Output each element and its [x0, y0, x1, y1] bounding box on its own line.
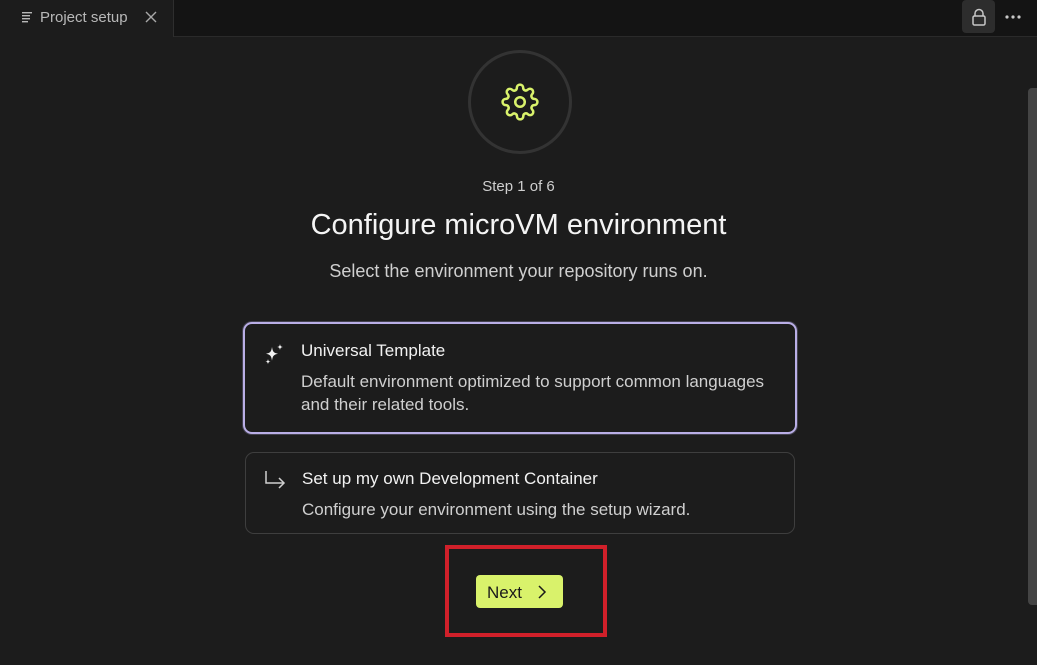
close-icon[interactable]: [144, 10, 158, 24]
more-button[interactable]: [1000, 2, 1026, 32]
option-title: Universal Template: [301, 341, 446, 360]
sparkles-icon: [265, 344, 283, 365]
lock-icon: [971, 8, 986, 26]
step-indicator: Step 1 of 6: [482, 178, 555, 195]
scrollbar[interactable]: [1028, 88, 1037, 605]
document-lines-icon: [22, 12, 32, 23]
page-subtitle: Select the environment your repository r…: [329, 261, 708, 281]
more-horizontal-icon: [1005, 15, 1021, 19]
option-universal-template[interactable]: Universal Template Default environment o…: [243, 322, 797, 434]
option-description: Configure your environment using the set…: [302, 500, 691, 519]
highlight-box: [445, 545, 607, 637]
option-own-dev-container[interactable]: Set up my own Development Container Conf…: [245, 452, 795, 534]
option-description: Default environment optimized to support…: [301, 372, 765, 414]
tab-project-setup[interactable]: Project setup: [0, 0, 174, 37]
header-icon-circle: [468, 50, 572, 154]
option-title: Set up my own Development Container: [302, 469, 598, 488]
tab-label: Project setup: [40, 9, 128, 26]
tab-bar: Project setup: [0, 0, 1037, 37]
page-title: Configure microVM environment: [310, 209, 727, 241]
arrow-return-icon: [265, 471, 286, 489]
lock-button[interactable]: [962, 0, 995, 33]
gear-icon: [501, 83, 539, 121]
